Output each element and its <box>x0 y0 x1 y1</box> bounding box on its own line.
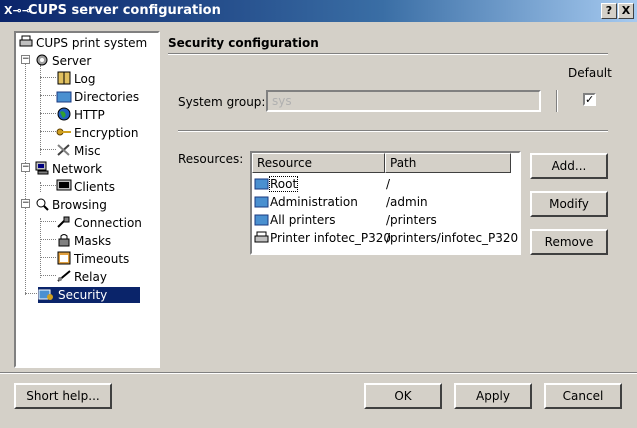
modify-button[interactable]: Modify <box>530 191 608 217</box>
tree-item-misc[interactable]: Misc <box>56 143 101 159</box>
folder-icon <box>254 178 269 190</box>
help-button[interactable]: ? <box>601 3 617 19</box>
tree-item-masks[interactable]: Masks <box>56 233 111 249</box>
collapse-server-icon[interactable]: − <box>21 55 30 64</box>
remove-button[interactable]: Remove <box>530 229 608 255</box>
clock-icon <box>57 251 71 265</box>
tree-line <box>40 239 56 240</box>
add-button[interactable]: Add... <box>530 153 608 179</box>
column-header-resource[interactable]: Resource <box>252 153 385 173</box>
default-separator <box>556 90 558 112</box>
system-group-label: System group: <box>178 95 266 109</box>
default-label: Default <box>568 66 612 80</box>
config-tree[interactable]: − − − CUPS print system Server Log Direc… <box>14 31 160 368</box>
printer-icon <box>254 231 269 243</box>
tree-item-root[interactable]: CUPS print system <box>18 35 147 51</box>
collapse-network-icon[interactable]: − <box>21 163 30 172</box>
lock-icon <box>58 234 70 247</box>
tree-line <box>40 221 56 222</box>
security-icon <box>38 289 53 300</box>
relay-icon <box>57 270 71 282</box>
tree-item-connection[interactable]: Connection <box>56 215 142 231</box>
tree-item-encryption[interactable]: Encryption <box>56 125 138 141</box>
tree-item-security[interactable]: Security <box>38 287 140 303</box>
tree-line <box>40 77 56 78</box>
system-group-input[interactable]: sys <box>266 90 541 112</box>
monitor-icon <box>56 179 72 191</box>
tree-line <box>40 257 56 258</box>
table-row[interactable]: Root / <box>252 175 519 193</box>
title-separator <box>168 53 608 55</box>
close-button[interactable]: X <box>618 3 634 19</box>
folder-icon <box>254 214 269 226</box>
collapse-browsing-icon[interactable]: − <box>21 199 30 208</box>
tree-item-timeouts[interactable]: Timeouts <box>56 251 129 267</box>
tree-line <box>40 113 56 114</box>
gear-icon <box>36 54 48 66</box>
tree-item-directories[interactable]: Directories <box>56 89 139 105</box>
tree-item-clients[interactable]: Clients <box>56 179 115 195</box>
tree-line <box>40 275 56 276</box>
globe-icon <box>57 107 71 121</box>
app-icon: X⊸⊸ <box>4 4 31 17</box>
security-panel: Security configuration Default System gr… <box>162 31 627 368</box>
footer-separator <box>0 372 637 374</box>
tree-line <box>25 293 37 294</box>
tree-line <box>40 65 41 155</box>
key-icon <box>56 128 71 136</box>
folder-icon <box>56 91 72 103</box>
title-bar: X⊸⊸ CUPS server configuration ? X <box>0 0 637 22</box>
default-checkbox[interactable]: ✓ <box>583 93 596 106</box>
tree-line <box>40 185 56 186</box>
tree-line <box>40 131 56 132</box>
cancel-button[interactable]: Cancel <box>544 383 622 409</box>
table-row[interactable]: All printers /printers <box>252 211 519 229</box>
tree-line <box>40 149 56 150</box>
tree-line <box>40 182 41 192</box>
window-title: CUPS server configuration <box>28 3 221 18</box>
tree-item-http[interactable]: HTTP <box>56 107 105 123</box>
tree-line <box>40 218 41 278</box>
group-separator <box>178 130 608 132</box>
resources-label: Resources: <box>178 152 244 166</box>
short-help-button[interactable]: Short help... <box>14 383 112 409</box>
column-header-path[interactable]: Path <box>385 153 511 173</box>
tree-item-browsing[interactable]: Browsing <box>34 197 107 213</box>
table-row[interactable]: Printer infotec_P320 /printers/infotec_P… <box>252 229 519 247</box>
tree-line <box>40 95 56 96</box>
tools-icon <box>57 144 70 156</box>
plug-icon <box>57 216 70 228</box>
resources-list[interactable]: Resource Path Root / Administration /adm… <box>250 151 521 255</box>
browse-icon <box>36 198 49 211</box>
book-icon <box>57 71 71 85</box>
apply-button[interactable]: Apply <box>454 383 532 409</box>
tree-item-network[interactable]: Network <box>34 161 102 177</box>
tree-item-log[interactable]: Log <box>56 71 95 87</box>
tree-line <box>25 223 26 295</box>
folder-icon <box>254 196 269 208</box>
printer-icon <box>19 35 33 47</box>
tree-item-relay[interactable]: Relay <box>56 269 107 285</box>
section-title: Security configuration <box>168 36 319 50</box>
tree-item-server[interactable]: Server <box>34 53 91 69</box>
ok-button[interactable]: OK <box>364 383 442 409</box>
table-row[interactable]: Administration /admin <box>252 193 519 211</box>
network-icon <box>35 161 49 175</box>
